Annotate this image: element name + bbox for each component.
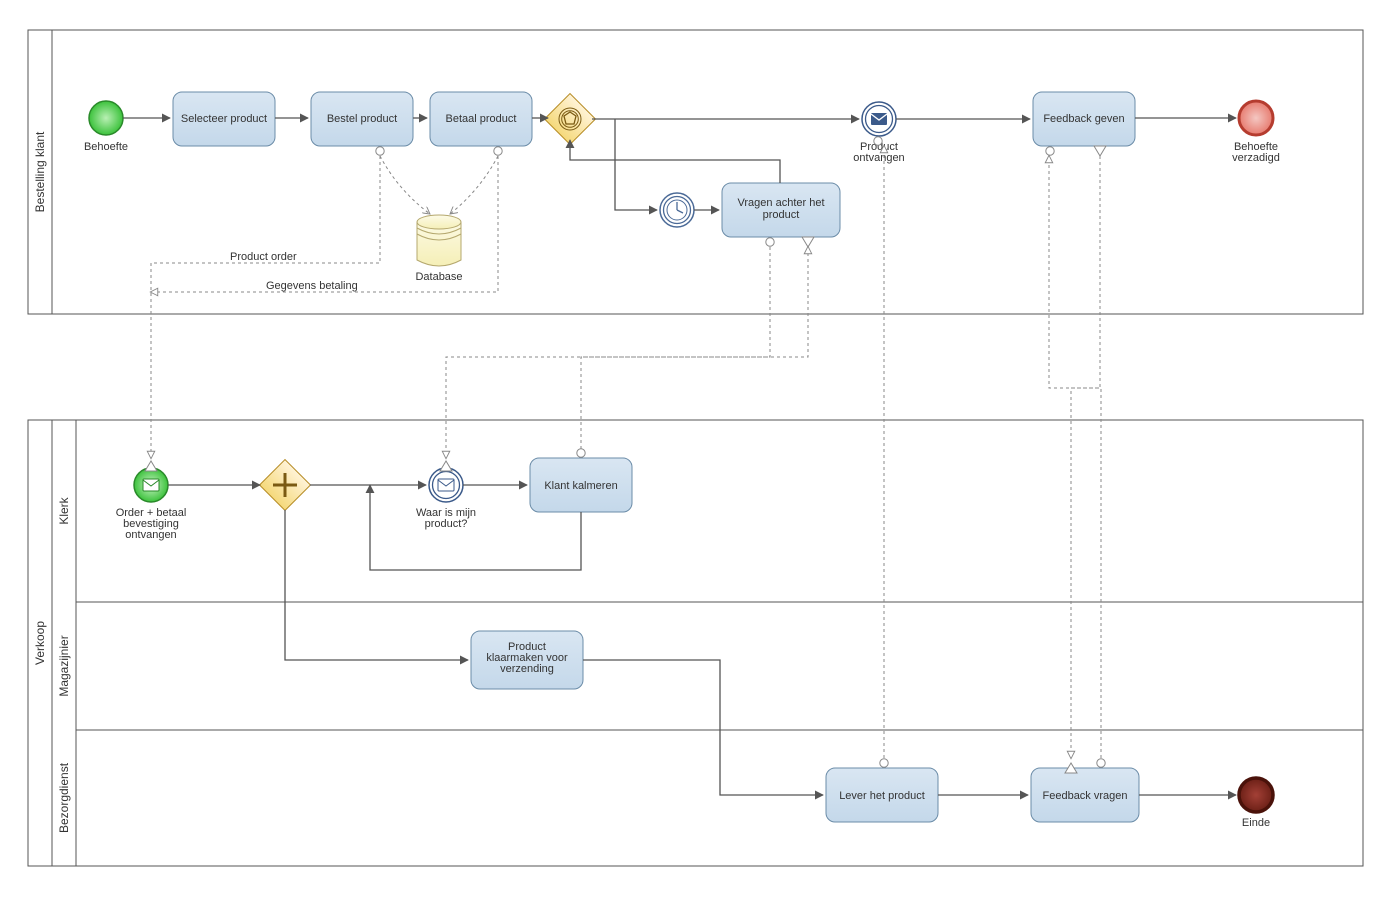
end-event-label: Einde (1242, 817, 1270, 829)
flow (583, 660, 823, 795)
gateway-parallel[interactable] (260, 460, 311, 511)
start-event-label: Behoefte (84, 141, 128, 153)
gateway-event-based[interactable] (545, 94, 596, 145)
task-lever-het-product[interactable]: Lever het product (826, 768, 938, 822)
start-event-order-ontvangen[interactable]: Order + betaalbevestigingontvangen (116, 468, 187, 541)
task-selecteer-product[interactable]: Selecteer product (173, 92, 275, 146)
msg-flow-fbgeven-naar-fbvragen (1071, 156, 1100, 758)
flow (285, 510, 468, 660)
pool-title-top: Bestelling klant (33, 131, 47, 212)
event-waar-is-mijn-product[interactable]: Waar is mijnproduct? (416, 468, 476, 530)
bpmn-diagram: Bestelling klant Behoefte Selecteer prod… (0, 0, 1393, 922)
task-label: Betaal product (446, 113, 517, 125)
msg-label: Gegevens betaling (266, 280, 358, 292)
pool-bestelling-klant: Bestelling klant (28, 30, 1363, 314)
task-label: Selecteer product (181, 113, 267, 125)
task-label: Bestel product (327, 113, 397, 125)
task-label: Feedback vragen (1043, 790, 1128, 802)
task-feedback-vragen[interactable]: Feedback vragen (1031, 768, 1139, 822)
task-vragen-product[interactable]: Vragen achter hetproduct (722, 183, 840, 237)
task-klant-kalmeren[interactable]: Klant kalmeren (530, 458, 632, 512)
event-product-ontvangen[interactable]: Productontvangen (853, 102, 904, 164)
lane-magazijnier-label: Magazijnier (57, 635, 71, 696)
task-label: Feedback geven (1043, 113, 1124, 125)
timer-event[interactable] (660, 193, 694, 227)
end-event-behoefte-verzadigd[interactable]: Behoefteverzadigd (1232, 101, 1280, 164)
task-product-klaarmaken[interactable]: Productklaarmaken voorverzending (471, 631, 583, 689)
msg-label: Product order (230, 251, 297, 263)
task-bestel-product[interactable]: Bestel product (311, 92, 413, 146)
task-label: Lever het product (839, 790, 925, 802)
msg-flow-fbvragen-naar-fbgeven (1049, 156, 1101, 758)
start-event-behoefte[interactable]: Behoefte (84, 101, 128, 153)
svg-text:Order + betaalbevestigingontva: Order + betaalbevestigingontvangen (116, 507, 187, 541)
datastore-label: Database (415, 271, 462, 283)
datastore-database[interactable]: Database (415, 215, 462, 283)
pool-verkoop: Verkoop Klerk Magazijnier Bezorgdienst (28, 420, 1363, 866)
svg-text:Behoefteverzadigd: Behoefteverzadigd (1232, 141, 1280, 164)
svg-text:Waar is mijnproduct?: Waar is mijnproduct? (416, 507, 476, 530)
msg-flow-vraag-naar-klerk (446, 247, 770, 458)
assoc (450, 156, 498, 214)
flow (570, 140, 780, 183)
assoc (380, 156, 430, 214)
pool-title-bottom: Verkoop (33, 621, 47, 665)
lane-klerk-label: Klerk (57, 496, 71, 524)
msg-flow-kalmeren-naar-vraag (581, 247, 808, 449)
task-betaal-product[interactable]: Betaal product (430, 92, 532, 146)
msg-flow-product-order (151, 156, 380, 458)
task-label: Klant kalmeren (544, 480, 617, 492)
end-event-einde[interactable]: Einde (1239, 778, 1273, 829)
flow (615, 119, 657, 210)
lane-bezorgdienst-label: Bezorgdienst (57, 762, 71, 833)
task-feedback-geven[interactable]: Feedback geven (1033, 92, 1135, 146)
